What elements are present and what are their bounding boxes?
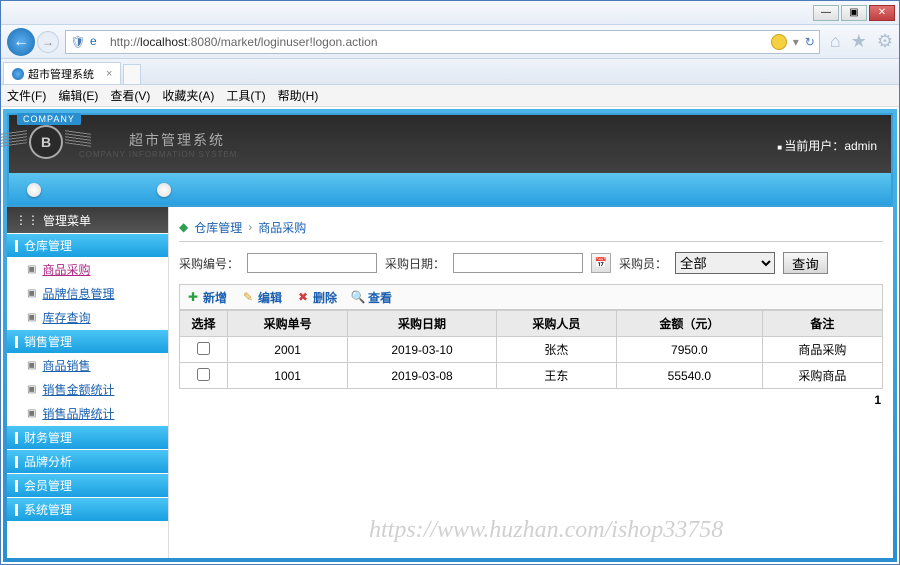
browser-tab-row: 超市管理系统 ×	[1, 59, 899, 85]
menu-tools[interactable]: 工具(T)	[226, 87, 265, 104]
date-picker-button[interactable]: 📅	[591, 253, 611, 273]
sidebar-item-product-sales[interactable]: 商品销售	[7, 353, 168, 377]
refresh-icon[interactable]: ↻	[805, 35, 815, 49]
breadcrumb-arrow-icon: ◆	[179, 220, 188, 234]
url-text: http://localhost:8080/market/loginuser!l…	[110, 35, 771, 49]
col-note: 备注	[762, 311, 882, 337]
tab-favicon	[12, 68, 24, 80]
content-area: ◆ 仓库管理 › 商品采购 采购编号： 采购日期： 📅 采购员：	[169, 207, 893, 558]
sidebar-item-sales-amount-stat[interactable]: 销售金额统计	[7, 377, 168, 401]
col-buyer: 采购人员	[496, 311, 616, 337]
browser-nav-bar: ← → 🛡 e http://localhost:8080/market/log…	[1, 25, 899, 59]
filter-code-label: 采购编号：	[179, 255, 239, 272]
app-title: 超市管理系统	[129, 130, 237, 150]
col-amount: 金额（元）	[617, 311, 763, 337]
favorites-icon[interactable]: ★	[851, 31, 867, 52]
maximize-button[interactable]: ▣	[841, 5, 867, 21]
sidebar-item-brand-info[interactable]: 品牌信息管理	[7, 281, 168, 305]
dropdown-icon[interactable]: ▾	[793, 35, 799, 49]
col-code: 采购单号	[228, 311, 348, 337]
tab-title: 超市管理系统	[28, 66, 94, 82]
row-checkbox[interactable]	[197, 368, 210, 381]
purchase-date-input[interactable]	[453, 253, 583, 273]
app-tabstrip	[7, 173, 893, 207]
tabstrip-knob	[157, 183, 171, 197]
table-row[interactable]: 2001 2019-03-10 张杰 7950.0 商品采购	[180, 337, 883, 363]
sidebar-group-finance[interactable]: 财务管理	[7, 425, 168, 449]
menu-file[interactable]: 文件(F)	[7, 87, 46, 104]
breadcrumb-current: 商品采购	[258, 219, 306, 236]
settings-icon[interactable]: ⚙	[877, 31, 893, 52]
forward-button[interactable]: →	[37, 31, 59, 53]
sidebar-group-warehouse[interactable]: 仓库管理	[7, 233, 168, 257]
add-button[interactable]: ✚ 新增	[186, 289, 227, 306]
current-user: 当前用户：admin	[777, 137, 877, 154]
purchase-code-input[interactable]	[247, 253, 377, 273]
back-button[interactable]: ←	[7, 28, 35, 56]
menu-help[interactable]: 帮助(H)	[278, 87, 319, 104]
watermark: https://www.huzhan.com/ishop33758	[369, 517, 723, 544]
sidebar-title: ⋮⋮ 管理菜单	[7, 207, 168, 233]
sidebar-group-members[interactable]: 会员管理	[7, 473, 168, 497]
pager[interactable]: 1	[179, 389, 883, 411]
sidebar-item-stock-query[interactable]: 库存查询	[7, 305, 168, 329]
search-button[interactable]: 查询	[783, 252, 828, 274]
app-header: COMPANY B 超市管理系统 COMPANY INFORMATION SYS…	[7, 113, 893, 173]
shield-icon: 🛡	[70, 34, 86, 50]
view-button[interactable]: 🔍 查看	[351, 289, 392, 306]
col-select: 选择	[180, 311, 228, 337]
breadcrumb: ◆ 仓库管理 › 商品采购	[179, 215, 883, 239]
filter-buyer-label: 采购员：	[619, 255, 667, 272]
delete-button[interactable]: ✖ 删除	[296, 289, 337, 306]
browser-menu-bar: 文件(F) 编辑(E) 查看(V) 收藏夹(A) 工具(T) 帮助(H)	[1, 85, 899, 107]
menu-edit[interactable]: 编辑(E)	[58, 87, 98, 104]
home-icon[interactable]: ⌂	[830, 31, 841, 52]
sidebar-group-brand-analysis[interactable]: 品牌分析	[7, 449, 168, 473]
sidebar-group-sales[interactable]: 销售管理	[7, 329, 168, 353]
edit-icon: ✎	[241, 290, 255, 304]
row-checkbox[interactable]	[197, 342, 210, 355]
address-bar[interactable]: 🛡 e http://localhost:8080/market/loginus…	[65, 30, 820, 54]
menu-view[interactable]: 查看(V)	[110, 87, 150, 104]
breadcrumb-parent[interactable]: 仓库管理	[194, 219, 242, 236]
minimize-button[interactable]: —	[813, 5, 839, 21]
new-tab-button[interactable]	[123, 64, 141, 84]
col-date: 采购日期	[348, 311, 497, 337]
delete-icon: ✖	[296, 290, 310, 304]
filter-row: 采购编号： 采购日期： 📅 采购员： 全部 查询	[179, 252, 883, 274]
edit-button[interactable]: ✎ 编辑	[241, 289, 282, 306]
sidebar-item-purchase[interactable]: 商品采购	[7, 257, 168, 281]
filter-date-label: 采购日期：	[385, 255, 445, 272]
sidebar-item-sales-brand-stat[interactable]: 销售品牌统计	[7, 401, 168, 425]
ie-icon: e	[90, 34, 106, 50]
sidebar: ⋮⋮ 管理菜单 仓库管理 商品采购 品牌信息管理 库存查询 销售管理 商品销售 …	[7, 207, 169, 558]
table-row[interactable]: 1001 2019-03-08 王东 55540.0 采购商品	[180, 363, 883, 389]
view-icon: 🔍	[351, 290, 365, 304]
menu-icon: ⋮⋮	[15, 213, 39, 227]
tab-close-icon[interactable]: ×	[106, 68, 112, 80]
emoji-icon[interactable]	[771, 34, 787, 50]
browser-tab[interactable]: 超市管理系统 ×	[3, 62, 121, 84]
toolbar: ✚ 新增 ✎ 编辑 ✖ 删除 🔍 查看	[179, 284, 883, 310]
sidebar-group-system[interactable]: 系统管理	[7, 497, 168, 521]
data-table: 选择 采购单号 采购日期 采购人员 金额（元） 备注 2001	[179, 310, 883, 389]
tabstrip-knob	[27, 183, 41, 197]
window-title-bar: — ▣ ✕	[1, 1, 899, 25]
buyer-select[interactable]: 全部	[675, 252, 775, 274]
app-subtitle: COMPANY INFORMATION SYSTEM	[79, 150, 237, 159]
close-button[interactable]: ✕	[869, 5, 895, 21]
app-logo: B 超市管理系统 COMPANY INFORMATION SYSTEM	[23, 121, 237, 167]
menu-favorites[interactable]: 收藏夹(A)	[162, 87, 214, 104]
add-icon: ✚	[186, 290, 200, 304]
